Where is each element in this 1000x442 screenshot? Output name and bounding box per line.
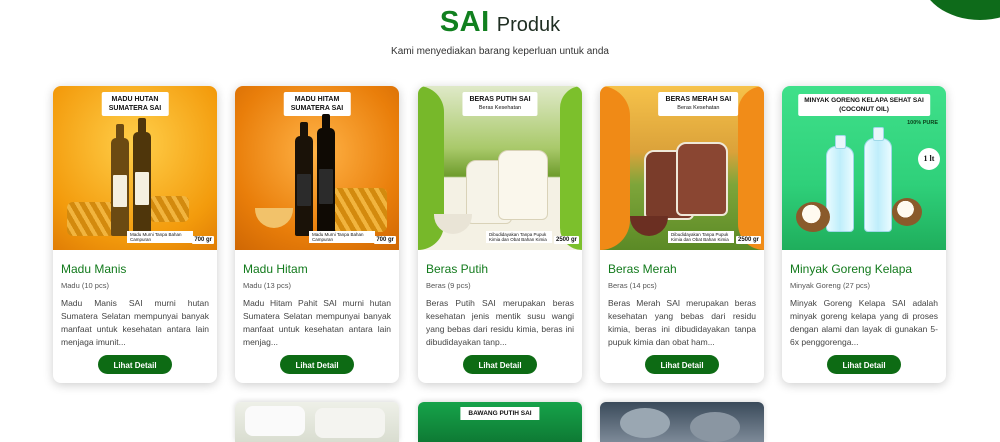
detail-button[interactable]: Lihat Detail bbox=[645, 355, 719, 374]
product-image-partial bbox=[690, 412, 740, 442]
product-name[interactable]: Beras Putih bbox=[426, 262, 488, 276]
decorative-swoosh bbox=[560, 86, 582, 250]
image-tag: BAWANG PUTIH SAI bbox=[460, 407, 540, 420]
product-image[interactable]: BERAS PUTIH SAI Beras Kesehatan Dibudida… bbox=[418, 86, 582, 250]
product-grid: MADU HUTAN SUMATERA SAI Madu Murni Tanpa… bbox=[53, 86, 953, 386]
product-category-count: Beras (14 pcs) bbox=[608, 281, 657, 290]
image-weight: 2500 gr bbox=[553, 236, 579, 244]
image-tag-line2: (COCONUT OIL) bbox=[839, 106, 889, 113]
image-caption: Dibudidayakan Tanpa Pupuk Kimia dan Obat… bbox=[486, 231, 552, 243]
product-image[interactable]: MADU HUTAN SUMATERA SAI Madu Murni Tanpa… bbox=[53, 86, 217, 250]
product-card[interactable]: BERAS MERAH SAI Beras Kesehatan Dibudida… bbox=[600, 86, 764, 383]
coconut-illustration bbox=[796, 202, 830, 232]
image-tag-line1: MADU HITAM bbox=[294, 96, 340, 103]
image-tag-line2: SUMATERA SAI bbox=[108, 105, 162, 112]
image-weight: 700 gr bbox=[192, 236, 214, 244]
image-tag: MINYAK GORENG KELAPA SEHAT SAI (COCONUT … bbox=[798, 94, 930, 116]
product-name[interactable]: Madu Hitam bbox=[243, 262, 308, 276]
coconut-illustration bbox=[892, 198, 922, 226]
detail-button[interactable]: Lihat Detail bbox=[98, 355, 172, 374]
product-description: Madu Manis SAI murni hutan Sumatera Sela… bbox=[61, 298, 209, 347]
product-card[interactable]: MADU HUTAN SUMATERA SAI Madu Murni Tanpa… bbox=[53, 86, 217, 383]
product-image-partial bbox=[315, 408, 385, 438]
honey-bottle-illustration bbox=[295, 122, 313, 236]
rice-sack-illustration bbox=[498, 150, 548, 220]
product-card[interactable]: BERAS PUTIH SAI Beras Kesehatan Dibudida… bbox=[418, 86, 582, 383]
honeycomb-illustration bbox=[331, 188, 387, 232]
decorative-swoosh bbox=[738, 86, 764, 250]
product-description: Madu Hitam Pahit SAI murni hutan Sumater… bbox=[243, 298, 391, 347]
product-image-partial bbox=[620, 408, 670, 438]
image-tag: BERAS MERAH SAI Beras Kesehatan bbox=[658, 92, 739, 116]
product-description: Minyak Goreng Kelapa SAI adalah minyak g… bbox=[790, 298, 938, 347]
image-weight: 700 gr bbox=[374, 236, 396, 244]
honeycomb-illustration bbox=[149, 196, 189, 222]
product-name[interactable]: Minyak Goreng Kelapa bbox=[790, 262, 912, 276]
product-card-partial[interactable] bbox=[600, 402, 764, 442]
section-title: Produk bbox=[496, 14, 561, 36]
image-caption: Dibudidayakan Tanpa Pupuk Kimia dan Obat… bbox=[668, 231, 734, 243]
product-image[interactable]: MADU HITAM SUMATERA SAI Madu Murni Tanpa… bbox=[235, 86, 399, 250]
image-tag-line2: SUMATERA SAI bbox=[290, 105, 344, 112]
section-subtitle: Kami menyediakan barang keperluan untuk … bbox=[391, 46, 609, 57]
image-tag-line1: BERAS PUTIH SAI bbox=[469, 96, 531, 103]
detail-button[interactable]: Lihat Detail bbox=[463, 355, 537, 374]
image-tag-line2: Beras Kesehatan bbox=[478, 105, 522, 111]
image-tag: BERAS PUTIH SAI Beras Kesehatan bbox=[462, 92, 538, 116]
image-tag-line1: MADU HUTAN bbox=[111, 96, 159, 103]
product-image[interactable]: BERAS MERAH SAI Beras Kesehatan Dibudida… bbox=[600, 86, 764, 250]
product-card-partial[interactable]: BAWANG PUTIH SAI bbox=[418, 402, 582, 442]
product-image-partial bbox=[245, 406, 305, 436]
honey-bottle-illustration bbox=[111, 124, 129, 236]
product-description: Beras Merah SAI merupakan beras kesehata… bbox=[608, 298, 756, 347]
honey-bottle-illustration bbox=[317, 114, 335, 236]
product-category-count: Madu (10 pcs) bbox=[61, 281, 109, 290]
product-category-count: Beras (9 pcs) bbox=[426, 281, 471, 290]
honey-bottle-illustration bbox=[133, 118, 151, 236]
product-category-count: Madu (13 pcs) bbox=[243, 281, 291, 290]
section-heading: SAI Produk bbox=[0, 6, 1000, 39]
honeycomb-illustration bbox=[67, 202, 117, 236]
rice-bowl-illustration bbox=[630, 216, 668, 236]
detail-button[interactable]: Lihat Detail bbox=[280, 355, 354, 374]
image-tag-line1: BERAS MERAH SAI bbox=[665, 96, 732, 103]
decorative-swoosh bbox=[600, 86, 630, 250]
image-caption: Madu Murni Tanpa Bahan Campuran bbox=[127, 231, 193, 243]
detail-button[interactable]: Lihat Detail bbox=[827, 355, 901, 374]
product-card-partial[interactable] bbox=[235, 402, 399, 442]
product-description: Beras Putih SAI merupakan beras kesehata… bbox=[426, 298, 574, 347]
image-tag-line1: MINYAK GORENG KELAPA SEHAT SAI bbox=[804, 97, 924, 104]
image-weight: 2500 gr bbox=[735, 236, 761, 244]
image-tag: MADU HITAM SUMATERA SAI bbox=[283, 92, 351, 116]
product-name[interactable]: Madu Manis bbox=[61, 262, 126, 276]
image-tag: MADU HUTAN SUMATERA SAI bbox=[101, 92, 169, 116]
image-weight: 1 lt bbox=[918, 148, 940, 170]
oil-bottle-illustration bbox=[864, 127, 892, 232]
product-image[interactable]: MINYAK GORENG KELAPA SEHAT SAI (COCONUT … bbox=[782, 86, 946, 250]
image-tag-line2: Beras Kesehatan bbox=[677, 105, 720, 111]
honey-bowl-illustration bbox=[255, 208, 293, 228]
brand-name: SAI bbox=[439, 6, 490, 38]
rice-sack-illustration bbox=[676, 142, 728, 216]
product-name[interactable]: Beras Merah bbox=[608, 262, 677, 276]
product-card[interactable]: MINYAK GORENG KELAPA SEHAT SAI (COCONUT … bbox=[782, 86, 946, 383]
product-card[interactable]: MADU HITAM SUMATERA SAI Madu Murni Tanpa… bbox=[235, 86, 399, 383]
image-caption: 100% PURE bbox=[907, 120, 938, 126]
product-category-count: Minyak Goreng (27 pcs) bbox=[790, 281, 871, 290]
image-caption: Madu Murni Tanpa Bahan Campuran bbox=[309, 231, 375, 243]
oil-bottle-illustration bbox=[826, 135, 854, 232]
